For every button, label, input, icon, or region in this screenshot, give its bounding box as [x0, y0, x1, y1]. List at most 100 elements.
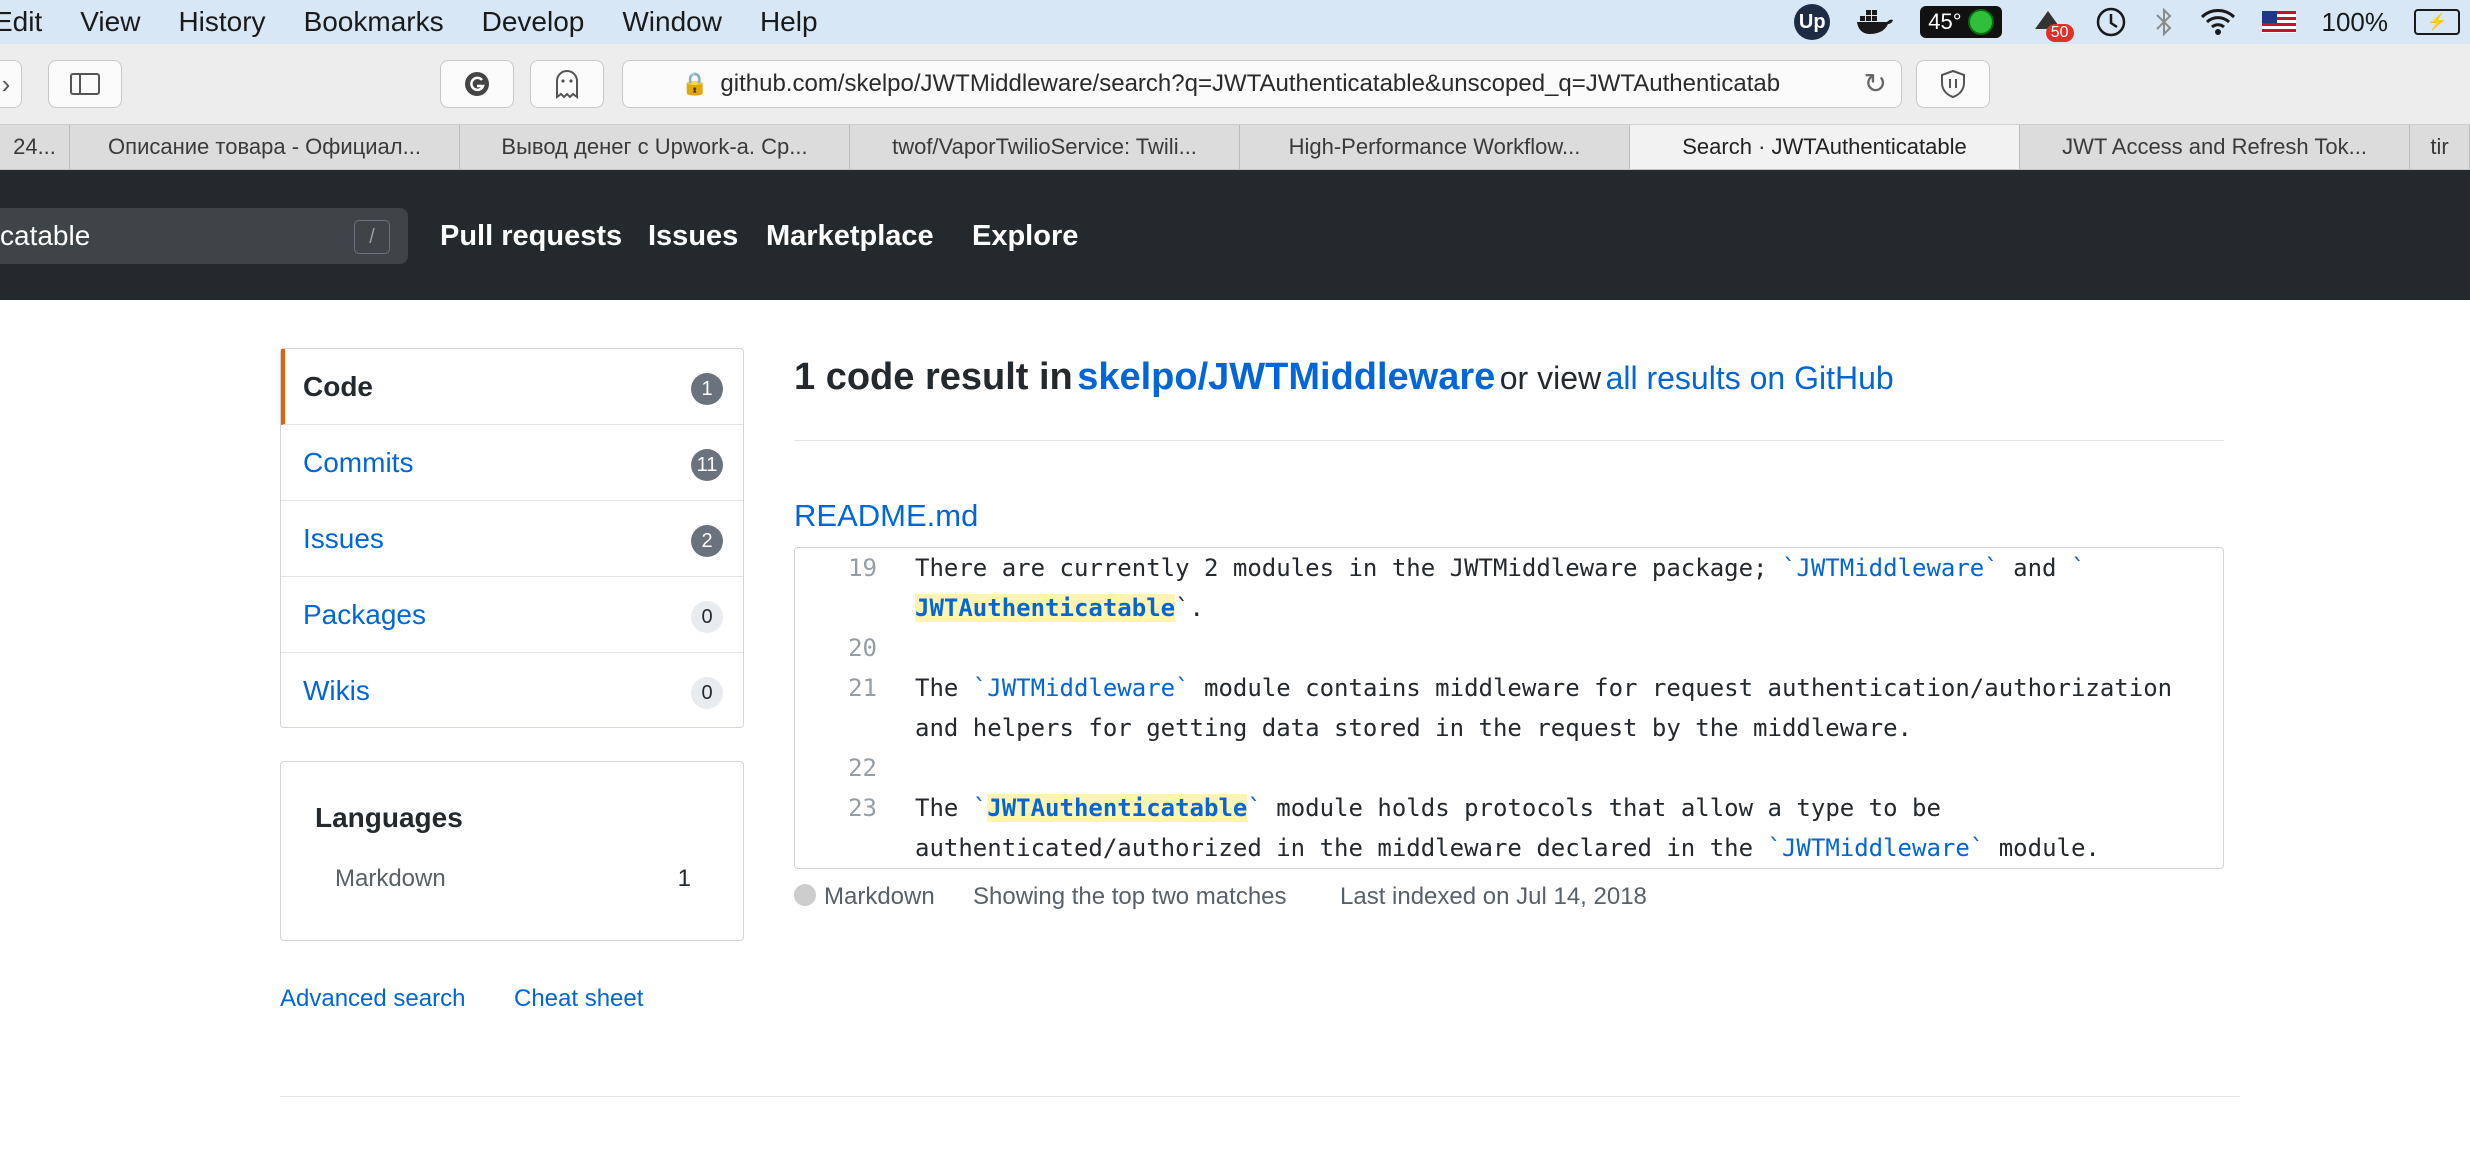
code-line-21-wrap: and helpers for getting data stored in t…	[795, 708, 2223, 748]
line-number[interactable]: 22	[795, 754, 877, 782]
reload-icon[interactable]: ↻	[1864, 67, 1887, 100]
filter-commits-count: 11	[691, 449, 723, 481]
menu-view[interactable]: View	[80, 0, 140, 44]
code-text: The `JWTAuthenticatable` module holds pr…	[915, 794, 1941, 822]
code-fragment: `.	[1175, 594, 1204, 622]
code-line-19: 19 There are currently 2 modules in the …	[795, 548, 2223, 588]
tab-8[interactable]: tir	[2410, 125, 2470, 169]
lock-icon: 🔒	[681, 71, 709, 96]
menu-edit[interactable]: Edit	[0, 0, 42, 44]
all-results-link[interactable]: all results on GitHub	[1606, 360, 1894, 396]
search-type-filter: Code 1 Commits 11 Issues 2 Packages 0 Wi…	[280, 348, 744, 728]
code-line-22: 22	[795, 748, 2223, 788]
tab-3[interactable]: Вывод денег с Upwork-а. Ср...	[460, 125, 850, 169]
search-match-highlight: JWTAuthenticatable	[987, 794, 1248, 822]
temperature-badge[interactable]: 45°	[1920, 6, 2002, 38]
github-header: catable / Pull requests Issues Marketpla…	[0, 170, 2470, 300]
browser-toolbar: › 🔒 github.com/skelpo/JWTMiddleware/sear…	[0, 44, 2470, 125]
code-fragment: `JWTMiddleware`	[1781, 554, 1999, 582]
tab-7[interactable]: JWT Access and Refresh Tok...	[2020, 125, 2410, 169]
code-fragment: `	[972, 794, 988, 822]
time-machine-icon[interactable]	[2094, 4, 2128, 40]
tab-4[interactable]: twof/VaporTwilioService: Twili...	[850, 125, 1240, 169]
battery-icon[interactable]: ⚡	[2414, 9, 2460, 35]
grammarly-button[interactable]	[440, 60, 514, 108]
code-fragment: module.	[1984, 834, 2100, 862]
grammarly-icon	[465, 72, 489, 96]
search-input-value[interactable]: catable	[0, 220, 90, 252]
menu-history[interactable]: History	[178, 0, 265, 44]
code-fragment: and	[1998, 554, 2071, 582]
code-line-20: 20	[795, 628, 2223, 668]
results-divider	[794, 440, 2224, 441]
result-last-indexed: Last indexed on Jul 14, 2018	[1340, 883, 1647, 910]
filter-wikis[interactable]: Wikis 0	[281, 653, 743, 729]
menu-window[interactable]: Window	[622, 0, 722, 44]
upwork-icon[interactable]: Up	[1794, 4, 1831, 40]
code-line-19-wrap: JWTAuthenticatable`.	[795, 588, 2223, 628]
filter-issues[interactable]: Issues 2	[281, 501, 743, 577]
code-fragment: module holds protocols that allow a type…	[1261, 794, 1941, 822]
filter-issues-count: 2	[691, 525, 723, 557]
privacy-extension-button[interactable]	[1916, 60, 1990, 108]
notification-count: 50	[2045, 24, 2074, 42]
menu-bookmarks[interactable]: Bookmarks	[304, 0, 444, 44]
filter-code-count: 1	[691, 373, 723, 405]
filter-commits[interactable]: Commits 11	[281, 425, 743, 501]
line-number[interactable]: 21	[795, 674, 877, 702]
file-link-readme[interactable]: README.md	[794, 498, 978, 534]
language-markdown-count: 1	[677, 865, 691, 892]
tab-6-active[interactable]: Search · JWTAuthenticatable	[1630, 125, 2020, 169]
menu-develop[interactable]: Develop	[482, 0, 585, 44]
code-fragment: module contains middleware for request a…	[1189, 674, 2173, 702]
ghost-icon	[556, 70, 578, 99]
code-line-23: 23 The `JWTAuthenticatable` module holds…	[795, 788, 2223, 828]
filter-wikis-count: 0	[691, 677, 723, 709]
shield-icon	[1941, 69, 1965, 99]
battery-percentage: 100%	[2321, 6, 2389, 37]
results-heading: 1 code result in skelpo/JWTMiddleware or…	[794, 356, 1894, 399]
language-markdown[interactable]: Markdown	[335, 865, 446, 893]
nav-explore[interactable]: Explore	[972, 220, 1078, 253]
sidebar-icon	[70, 73, 100, 95]
repo-link[interactable]: skelpo/JWTMiddleware	[1077, 356, 1495, 398]
code-text: authenticated/authorized in the middlewa…	[915, 834, 2100, 862]
url-text[interactable]: github.com/skelpo/JWTMiddleware/search?q…	[720, 70, 1850, 98]
filter-packages-count: 0	[691, 601, 723, 633]
or-view-text: or view	[1499, 360, 1602, 396]
result-language: Markdown	[824, 883, 935, 910]
tab-1[interactable]: 24...	[0, 125, 70, 169]
cheat-sheet-link[interactable]: Cheat sheet	[514, 985, 643, 1013]
menu-help[interactable]: Help	[760, 0, 818, 44]
us-flag-icon[interactable]	[2261, 11, 2296, 33]
forward-button[interactable]: ›	[0, 60, 22, 108]
wifi-icon[interactable]	[2200, 4, 2236, 40]
code-snippet: 19 There are currently 2 modules in the …	[794, 547, 2224, 869]
menubar: Edit View History Bookmarks Develop Wind…	[0, 0, 2470, 44]
results-count: 1 code result in	[794, 356, 1073, 398]
search-match-highlight: JWTAuthenticatable	[915, 594, 1176, 622]
nav-issues[interactable]: Issues	[648, 220, 738, 253]
docker-icon[interactable]	[1856, 4, 1894, 40]
result-matches-info: Showing the top two matches	[973, 883, 1287, 910]
line-number[interactable]: 19	[795, 554, 877, 582]
tab-5[interactable]: High-Performance Workflow...	[1240, 125, 1630, 169]
language-color-dot-icon	[794, 884, 816, 906]
notification-app-icon[interactable]: 50	[2028, 4, 2074, 42]
filter-packages[interactable]: Packages 0	[281, 577, 743, 653]
ghostery-button[interactable]	[530, 60, 604, 108]
code-text: There are currently 2 modules in the JWT…	[915, 554, 2085, 582]
line-number[interactable]: 23	[795, 794, 877, 822]
address-bar[interactable]: 🔒 github.com/skelpo/JWTMiddleware/search…	[622, 60, 1902, 108]
nav-pull-requests[interactable]: Pull requests	[440, 220, 622, 253]
nav-marketplace[interactable]: Marketplace	[766, 220, 934, 253]
code-line-23-wrap: authenticated/authorized in the middlewa…	[795, 828, 2223, 868]
filter-code[interactable]: Code 1	[281, 349, 743, 425]
sidebar-toggle-button[interactable]	[48, 60, 122, 108]
tab-2[interactable]: Описание товара - Официал...	[70, 125, 460, 169]
advanced-search-link[interactable]: Advanced search	[280, 985, 465, 1013]
bluetooth-icon[interactable]	[2154, 4, 2174, 40]
search-input[interactable]: catable /	[0, 208, 408, 264]
line-number[interactable]: 20	[795, 634, 877, 662]
footer-divider	[280, 1096, 2240, 1097]
